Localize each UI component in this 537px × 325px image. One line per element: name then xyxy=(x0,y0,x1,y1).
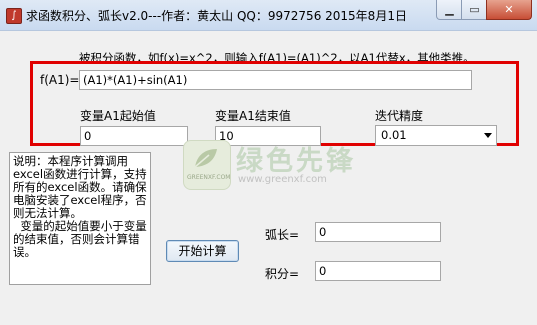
watermark-logo-text: GREENXF.COM xyxy=(187,174,231,181)
instructions-textbox[interactable]: 说明：本程序计算调用excel函数进行计算，支持所有的excel函数。请确保电脑… xyxy=(9,152,151,285)
window-title: 求函数积分、弧长v2.0---作者：黄太山 QQ：9972756 2015年8月… xyxy=(26,9,407,23)
instructions-text: 说明：本程序计算调用excel函数进行计算，支持所有的excel函数。请确保电脑… xyxy=(13,154,147,259)
start-value-label: 变量A1起始值 xyxy=(80,109,156,123)
watermark-title: 绿色先锋 xyxy=(236,146,356,177)
close-icon: ✕ xyxy=(504,3,514,16)
start-value-input[interactable]: 0 xyxy=(80,126,188,146)
function-input[interactable]: (A1)*(A1)+sin(A1) xyxy=(79,70,472,90)
maximize-button[interactable]: ▭ xyxy=(461,0,488,20)
title-bar[interactable]: ∫ 求函数积分、弧长v2.0---作者：黄太山 QQ：9972756 2015年… xyxy=(0,0,537,31)
start-compute-button[interactable]: 开始计算 xyxy=(166,240,239,262)
minimize-button[interactable]: ▁ xyxy=(436,0,463,20)
function-label: f(A1)= xyxy=(40,73,80,87)
chevron-down-icon[interactable] xyxy=(484,133,492,138)
watermark-logo: GREENXF.COM xyxy=(183,140,231,190)
arc-length-label: 弧长= xyxy=(265,228,300,242)
end-value-label: 变量A1结束值 xyxy=(215,109,291,123)
maximize-icon: ▭ xyxy=(469,3,480,16)
leaf-icon xyxy=(194,149,217,168)
close-button[interactable]: ✕ xyxy=(486,0,532,20)
minimize-icon: ▁ xyxy=(445,3,454,16)
integral-output[interactable]: 0 xyxy=(315,261,441,281)
precision-label: 迭代精度 xyxy=(375,109,424,123)
app-window: ∫ 求函数积分、弧长v2.0---作者：黄太山 QQ：9972756 2015年… xyxy=(0,0,537,325)
app-function-icon: ∫ xyxy=(6,8,22,24)
watermark: GREENXF.COM 绿色先锋 www.greenxf.com xyxy=(183,140,533,192)
integral-label: 积分= xyxy=(265,267,300,281)
watermark-url: www.greenxf.com xyxy=(238,174,327,185)
arc-length-output[interactable]: 0 xyxy=(315,222,441,242)
